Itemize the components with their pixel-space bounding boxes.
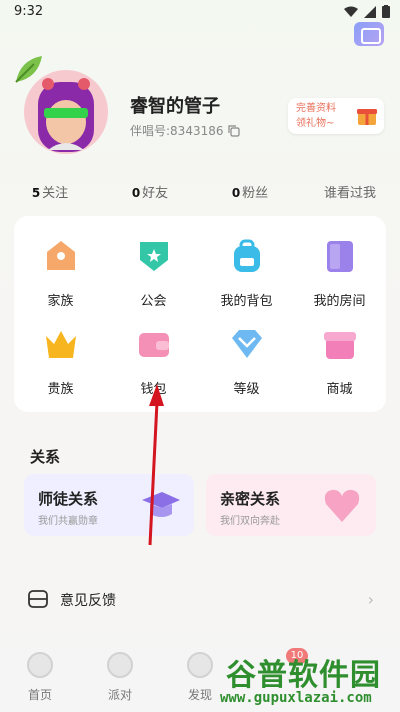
grid-item-backpack[interactable]: 我的背包	[200, 238, 293, 309]
feedback-icon	[28, 590, 48, 608]
stat-visitors[interactable]: 谁看过我	[300, 182, 400, 201]
grid-item-label: 我的房间	[313, 294, 366, 309]
room-icon	[326, 241, 353, 272]
status-icons	[344, 5, 390, 18]
chevron-right-icon: ›	[367, 590, 374, 609]
stat-following[interactable]: 5 关注	[0, 182, 100, 201]
status-bar: 9:32	[0, 0, 400, 24]
gift-line2: 领礼物~	[296, 118, 335, 129]
guild-icon	[139, 242, 168, 271]
stat-friends[interactable]: 0 好友	[100, 182, 200, 201]
grid-item-label: 商城	[326, 382, 353, 397]
home-tab-icon	[27, 652, 53, 678]
tab-label: 首页	[27, 688, 52, 702]
tab-label: 派对	[107, 688, 132, 702]
settings-shortcut-icon[interactable]	[354, 22, 384, 46]
grid-item-label: 家族	[47, 294, 74, 309]
user-id-label: 伴唱号:8343186	[130, 124, 224, 138]
grid-item-shop[interactable]: 商城	[293, 326, 386, 397]
gift-box-icon	[357, 109, 377, 125]
feature-grid-card: 家族 公会 我的背包 我的房间 贵族 钱包 等级 商城	[14, 216, 386, 412]
graduation-cap-icon	[142, 492, 180, 517]
stats-row: 5 关注 0 好友 0 粉丝 谁看过我	[0, 182, 400, 201]
party-tab-icon	[107, 652, 133, 678]
grid-item-label: 钱包	[140, 382, 167, 397]
heart-icon	[324, 489, 360, 522]
wallet-icon	[138, 333, 169, 357]
relations-section-title: 关系	[30, 448, 61, 466]
relation-title: 师徒关系	[38, 490, 99, 508]
watermark: 谷普软件园 www.gupuxlazai.com	[216, 650, 400, 712]
wifi-icon	[344, 6, 358, 17]
grid-item-label: 我的背包	[220, 294, 273, 309]
mentor-relation-card[interactable]: 师徒关系 我们共赢勋章	[24, 474, 194, 536]
user-id: 伴唱号:8343186	[130, 122, 240, 139]
feedback-row[interactable]: 意见反馈 ›	[14, 574, 386, 626]
gift-text: 完善资料 领礼物~	[296, 101, 336, 131]
avatar-character-icon	[38, 78, 94, 152]
grid-item-level[interactable]: 等级	[200, 326, 293, 397]
crown-icon	[45, 331, 76, 358]
status-time: 9:32	[14, 4, 44, 19]
intimate-relation-card[interactable]: 亲密关系 我们双向奔赴	[206, 474, 376, 536]
grid-item-family[interactable]: 家族	[14, 238, 107, 309]
grid-item-label: 等级	[233, 382, 260, 397]
family-icon	[46, 241, 75, 270]
grid-item-label: 公会	[140, 294, 167, 309]
discover-tab-icon	[187, 652, 213, 678]
grid-item-label: 贵族	[47, 382, 74, 397]
relation-title: 亲密关系	[220, 490, 281, 508]
feedback-label: 意见反馈	[60, 593, 116, 609]
grid-item-guild[interactable]: 公会	[107, 238, 200, 309]
relation-subtitle: 我们双向奔赴	[220, 516, 280, 527]
stat-fans[interactable]: 0 粉丝	[200, 182, 300, 201]
watermark-url: www.gupuxlazai.com	[220, 690, 372, 706]
username: 睿智的管子	[130, 96, 220, 117]
avatar[interactable]	[24, 70, 108, 154]
backpack-icon	[233, 239, 260, 272]
grid-item-nobility[interactable]: 贵族	[14, 326, 107, 397]
gift-line1: 完善资料	[296, 103, 336, 114]
signal-icon	[364, 5, 376, 18]
complete-profile-gift-button[interactable]: 完善资料 领礼物~	[288, 98, 384, 134]
diamond-icon	[231, 330, 262, 358]
watermark-title: 谷普软件园	[226, 658, 381, 693]
grid-item-wallet[interactable]: 钱包	[107, 326, 200, 397]
relation-subtitle: 我们共赢勋章	[38, 516, 98, 527]
tab-party[interactable]: 派对	[90, 648, 150, 703]
tab-home[interactable]: 首页	[10, 648, 70, 703]
battery-icon	[382, 5, 390, 18]
grid-item-room[interactable]: 我的房间	[293, 238, 386, 309]
copy-icon[interactable]	[227, 124, 240, 137]
shop-icon	[323, 332, 356, 359]
